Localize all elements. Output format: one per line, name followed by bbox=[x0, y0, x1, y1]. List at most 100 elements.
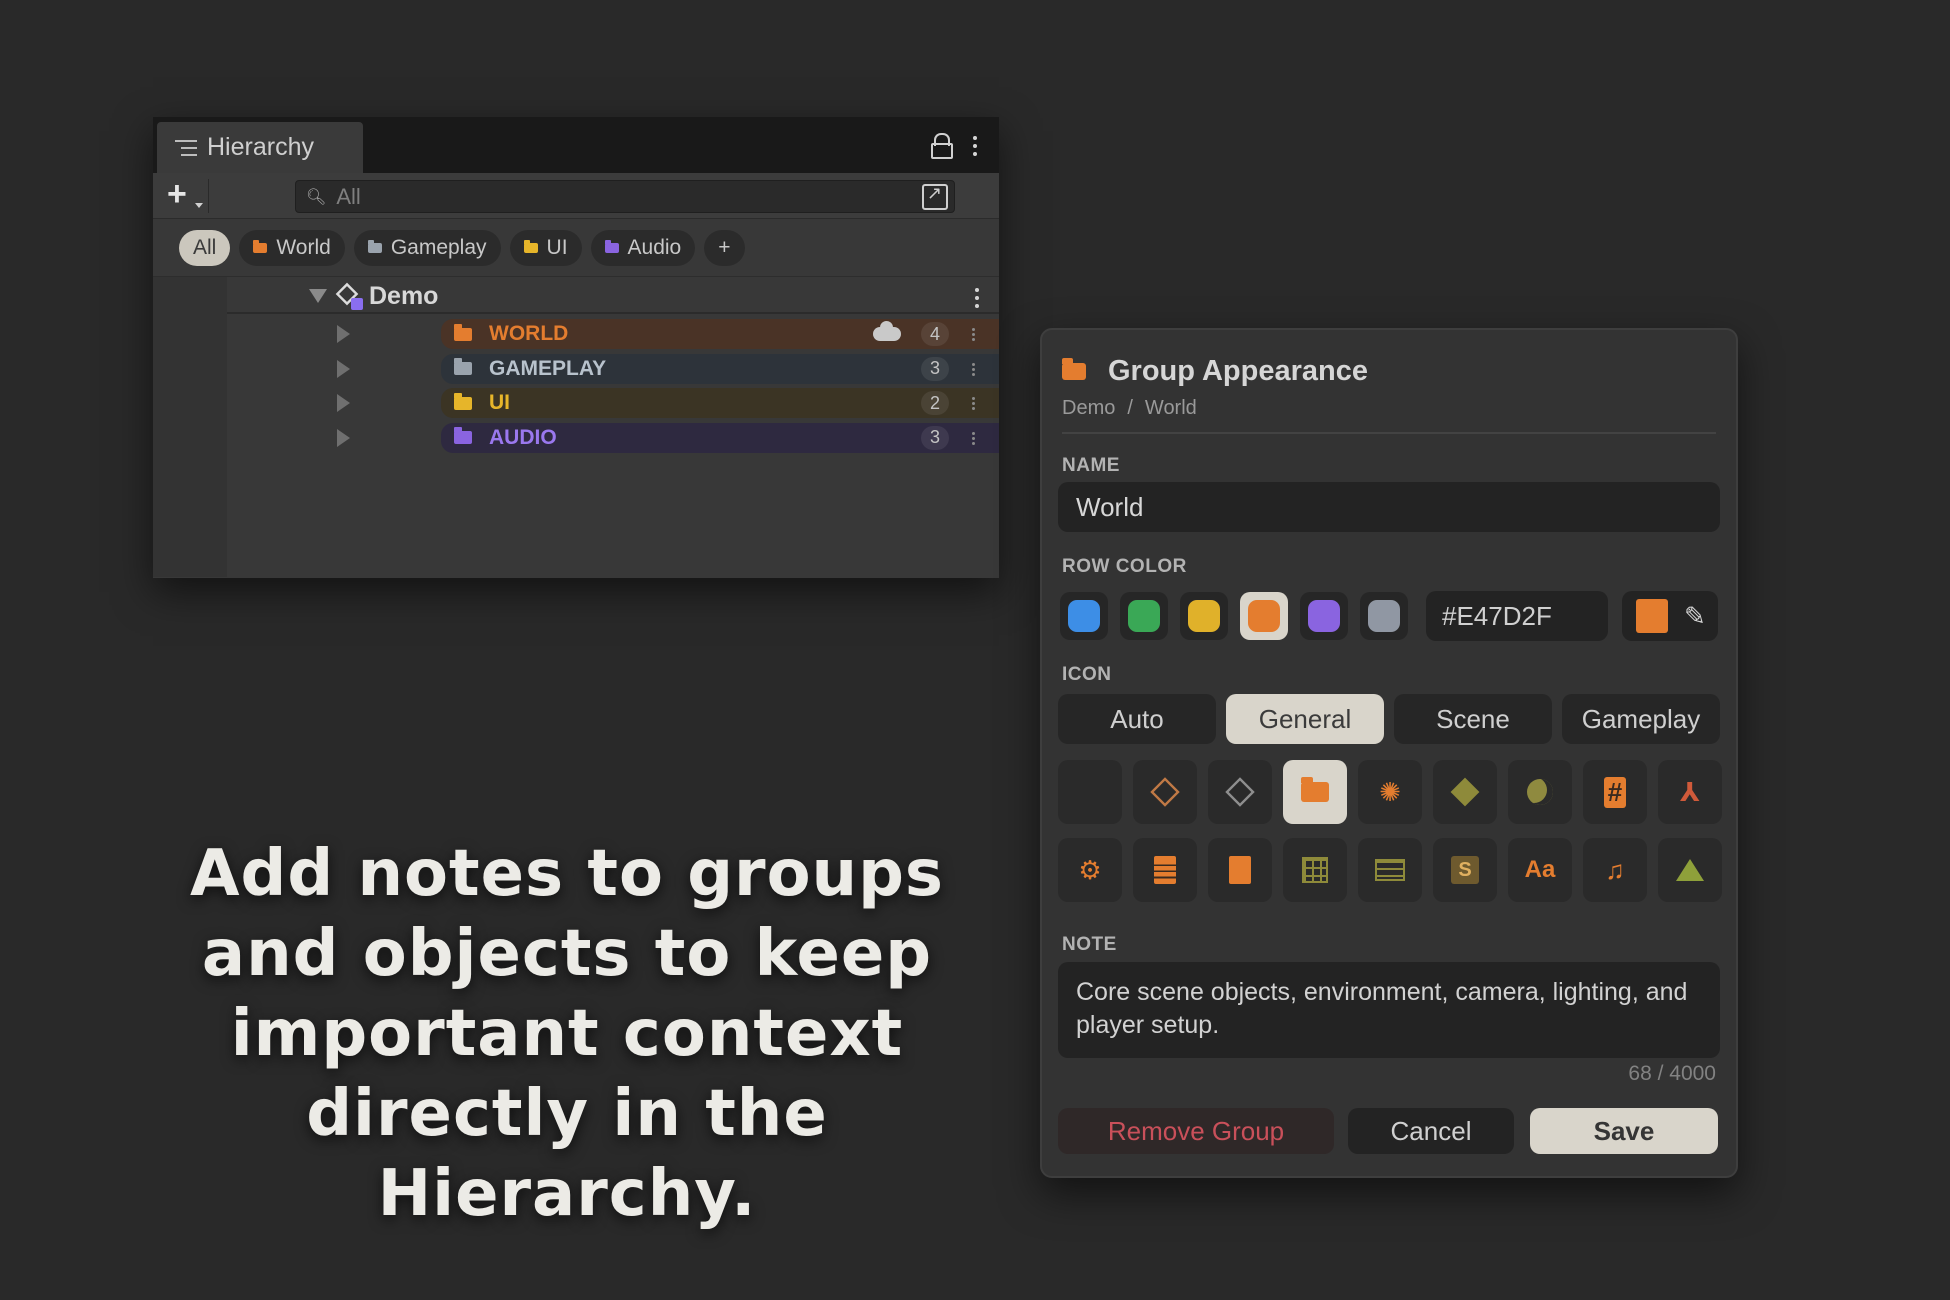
group-row[interactable]: AUDIO 3 bbox=[337, 422, 999, 453]
filter-chip[interactable]: + bbox=[704, 229, 745, 266]
filter-chip[interactable]: Gameplay bbox=[353, 229, 501, 266]
icon-option[interactable] bbox=[1658, 838, 1722, 902]
note-character-counter: 68 / 4000 bbox=[1628, 1062, 1716, 1085]
lock-icon[interactable] bbox=[931, 133, 953, 159]
note-textarea[interactable]: Core scene objects, environment, camera,… bbox=[1058, 962, 1720, 1058]
icon-option[interactable] bbox=[1133, 760, 1197, 824]
cancel-button[interactable]: Cancel bbox=[1348, 1108, 1514, 1154]
icon-option[interactable] bbox=[1283, 760, 1347, 824]
icon-option[interactable]: Aa bbox=[1508, 838, 1572, 902]
expand-arrow-icon[interactable] bbox=[337, 394, 350, 412]
document-icon bbox=[1229, 856, 1251, 884]
icon-option[interactable] bbox=[1358, 838, 1422, 902]
search-box: 🔍︎ bbox=[295, 180, 955, 213]
icon-option[interactable] bbox=[1433, 760, 1497, 824]
folder-icon bbox=[253, 239, 268, 253]
color-swatch[interactable] bbox=[1060, 592, 1108, 640]
icon-category-tabs: Auto General Scene Gameplay bbox=[1058, 694, 1720, 744]
icon-option[interactable] bbox=[1208, 760, 1272, 824]
group-bar[interactable]: GAMEPLAY 3 bbox=[441, 353, 999, 384]
hierarchy-tab[interactable]: Hierarchy bbox=[157, 122, 363, 173]
group-name: WORLD bbox=[489, 322, 569, 345]
icon-option[interactable]: # bbox=[1583, 760, 1647, 824]
remove-group-button[interactable]: Remove Group bbox=[1058, 1108, 1334, 1154]
cube-outline-icon bbox=[1225, 777, 1255, 807]
swatch-color-dot bbox=[1068, 600, 1100, 632]
icon-option[interactable] bbox=[1283, 838, 1347, 902]
popout-icon[interactable] bbox=[922, 183, 948, 210]
save-button[interactable]: Save bbox=[1530, 1108, 1718, 1154]
name-label: NAME bbox=[1062, 455, 1120, 476]
icon-option[interactable]: ⚙ bbox=[1058, 838, 1122, 902]
group-bar[interactable]: WORLD 4 bbox=[441, 319, 999, 349]
icon-option[interactable]: ✺ bbox=[1358, 760, 1422, 824]
expand-arrow-icon[interactable] bbox=[337, 428, 350, 447]
document-lines-icon bbox=[1154, 856, 1176, 884]
more-options-icon[interactable] bbox=[973, 136, 977, 156]
color-picker[interactable]: ✎ bbox=[1622, 591, 1718, 641]
eyedropper-icon[interactable]: ✎ bbox=[1684, 601, 1706, 632]
folder-icon bbox=[454, 323, 472, 341]
grid-icon bbox=[1302, 857, 1328, 883]
group-bar[interactable]: AUDIO 3 bbox=[441, 422, 999, 453]
group-name: UI bbox=[489, 391, 510, 414]
note-cloud-icon[interactable] bbox=[873, 321, 901, 341]
breadcrumb: Demo / World bbox=[1062, 397, 1197, 420]
breadcrumb-item[interactable]: World bbox=[1145, 397, 1197, 420]
color-swatch[interactable] bbox=[1120, 592, 1168, 640]
create-button[interactable]: + bbox=[167, 177, 209, 213]
color-swatch[interactable] bbox=[1180, 592, 1228, 640]
scene-more-icon[interactable] bbox=[975, 288, 979, 308]
filter-chip[interactable]: All bbox=[179, 229, 231, 266]
icon-option[interactable] bbox=[1208, 838, 1272, 902]
panel-header: Group Appearance bbox=[1062, 355, 1368, 388]
row-color-label: ROW COLOR bbox=[1062, 556, 1187, 577]
color-swatch[interactable] bbox=[1360, 592, 1408, 640]
filter-chip[interactable]: Audio bbox=[590, 229, 696, 266]
scene-row[interactable]: Demo bbox=[227, 280, 999, 314]
row-more-icon[interactable] bbox=[972, 328, 975, 341]
icon-tab[interactable]: Gameplay bbox=[1562, 694, 1720, 744]
axes-icon: ⅄ bbox=[1680, 776, 1700, 807]
hex-color-input[interactable]: #E47D2F bbox=[1426, 591, 1608, 641]
folder-icon bbox=[1301, 777, 1329, 802]
filter-chip-label: World bbox=[276, 235, 331, 259]
color-swatch[interactable] bbox=[1240, 592, 1288, 640]
group-row[interactable]: GAMEPLAY 3 bbox=[337, 353, 999, 384]
expand-arrow-icon[interactable] bbox=[337, 359, 350, 378]
icon-tab[interactable]: Scene bbox=[1394, 694, 1552, 744]
icon-option[interactable]: S bbox=[1433, 838, 1497, 902]
color-swatch[interactable] bbox=[1300, 592, 1348, 640]
filter-chip[interactable]: UI bbox=[509, 229, 582, 266]
filter-chip[interactable]: World bbox=[239, 229, 345, 266]
note-label: NOTE bbox=[1062, 934, 1117, 955]
search-input[interactable] bbox=[336, 183, 897, 210]
group-row[interactable]: WORLD 4 bbox=[337, 319, 999, 349]
search-icon: 🔍︎ bbox=[306, 188, 327, 206]
swatch-color-dot bbox=[1128, 600, 1160, 632]
row-more-icon[interactable] bbox=[972, 362, 975, 376]
breadcrumb-item[interactable]: Demo bbox=[1062, 397, 1115, 420]
swatch-color-dot bbox=[1188, 600, 1220, 632]
icon-option[interactable] bbox=[1058, 760, 1122, 824]
icon-option[interactable]: ⅄ bbox=[1658, 760, 1722, 824]
icon-tab[interactable]: General bbox=[1226, 694, 1384, 744]
hierarchy-tabbar: Hierarchy bbox=[153, 117, 999, 173]
icon-option[interactable] bbox=[1508, 760, 1572, 824]
header-divider bbox=[1062, 432, 1716, 434]
icon-option[interactable]: ♫ bbox=[1583, 838, 1647, 902]
group-row[interactable]: UI 2 bbox=[337, 388, 999, 418]
expand-arrow-icon[interactable] bbox=[309, 289, 327, 303]
row-more-icon[interactable] bbox=[972, 397, 975, 410]
row-more-icon[interactable] bbox=[972, 431, 975, 445]
child-count-badge: 3 bbox=[921, 425, 949, 450]
group-bar[interactable]: UI 2 bbox=[441, 388, 999, 418]
name-field[interactable]: World bbox=[1058, 482, 1720, 532]
scene-name: Demo bbox=[369, 281, 439, 310]
brick-icon bbox=[1375, 859, 1405, 881]
expand-arrow-icon[interactable] bbox=[337, 325, 350, 343]
icon-option[interactable] bbox=[1133, 838, 1197, 902]
current-color-chip[interactable] bbox=[1636, 599, 1668, 633]
cube-icon bbox=[1150, 777, 1180, 807]
icon-tab[interactable]: Auto bbox=[1058, 694, 1216, 744]
